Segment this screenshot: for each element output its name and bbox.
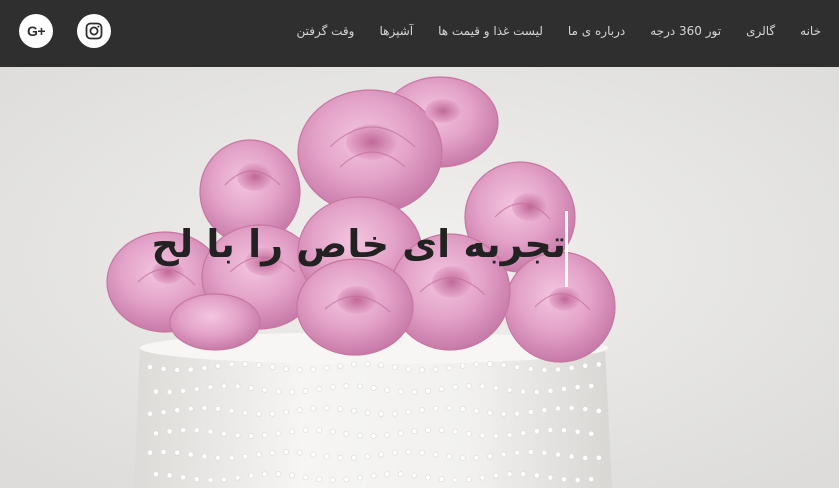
nav-item-food-menu[interactable]: لیست غذا و قیمت ها xyxy=(438,25,543,37)
nav-item-about-us[interactable]: درباره ی ما xyxy=(568,25,625,37)
instagram-icon xyxy=(85,22,103,40)
google-plus-button[interactable]: G+ xyxy=(19,14,53,48)
nav-item-home[interactable]: خانه xyxy=(800,25,821,37)
top-navbar: خانه گالری تور 360 درجه درباره ی ما لیست… xyxy=(0,0,839,67)
instagram-button[interactable] xyxy=(77,14,111,48)
google-plus-icon: G+ xyxy=(26,23,46,39)
hero-background-image xyxy=(0,67,839,488)
nav-item-gallery[interactable]: گالری xyxy=(746,25,775,37)
social-links: G+ xyxy=(19,14,111,48)
nav-item-chefs[interactable]: آشپزها xyxy=(379,25,413,37)
hero-section: تجربه ای خاص را با لح xyxy=(0,67,839,488)
nav-item-360-tour[interactable]: تور 360 درجه xyxy=(650,25,721,37)
nav-item-reservation[interactable]: وقت گرفتن xyxy=(297,25,355,37)
text-cursor xyxy=(565,211,568,287)
nav-menu: خانه گالری تور 360 درجه درباره ی ما لیست… xyxy=(297,0,822,62)
hero-title: تجربه ای خاص را با لح xyxy=(151,222,567,266)
